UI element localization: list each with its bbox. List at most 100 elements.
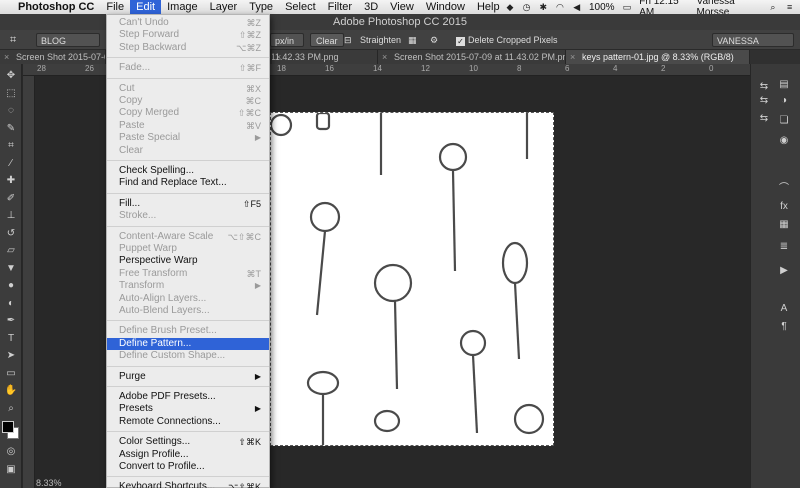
screen-mode-icon[interactable]: ▣ — [3, 462, 19, 478]
menu-item-convert-to-profile[interactable]: Convert to Profile... — [107, 461, 269, 473]
battery-percent[interactable]: 100% — [589, 2, 615, 13]
styles-panel-icon[interactable]: fx — [777, 200, 791, 214]
menu-item-check-spelling[interactable]: Check Spelling... — [107, 165, 269, 177]
blur-icon[interactable]: ● — [3, 278, 19, 294]
menu-help[interactable]: Help — [471, 0, 506, 14]
key-shaft — [315, 230, 327, 316]
pen-icon[interactable]: ✒ — [3, 313, 19, 329]
hand-icon[interactable]: ✋ — [3, 383, 19, 399]
menu-item-remote-connections[interactable]: Remote Connections... — [107, 416, 269, 428]
path-select-icon[interactable]: ➤ — [3, 348, 19, 364]
quick-mask-icon[interactable]: ◎ — [3, 444, 19, 460]
eyedropper-icon[interactable]: ∕ — [3, 156, 19, 172]
ruler-vertical[interactable] — [23, 76, 35, 488]
preset-select[interactable]: BLOG — [36, 33, 100, 47]
menu-select[interactable]: Select — [279, 0, 322, 14]
timemachine-icon[interactable]: ◷ — [522, 2, 531, 12]
clear-button[interactable]: Clear — [310, 33, 344, 47]
menu-layer[interactable]: Layer — [204, 0, 244, 14]
overlay-grid-icon[interactable]: ▦ — [408, 33, 417, 47]
menu-item-label: Copy Merged — [119, 107, 180, 119]
spotlight-icon[interactable]: ⌕ — [769, 2, 778, 12]
zoom-level[interactable]: 8.33% — [36, 478, 62, 488]
menu-separator — [107, 160, 269, 161]
straighten-icon[interactable]: ⊟ — [344, 33, 352, 47]
document-canvas[interactable] — [270, 112, 554, 446]
quick-select-icon[interactable]: ✎ — [3, 121, 19, 137]
menu-item-assign-profile[interactable]: Assign Profile... — [107, 449, 269, 461]
notifications-icon[interactable]: ≡ — [785, 2, 794, 12]
close-icon[interactable]: × — [570, 50, 575, 64]
character-panel-icon[interactable]: A — [777, 302, 791, 316]
paragraph-panel-icon[interactable]: ¶ — [777, 320, 791, 334]
menu-item-keyboard-shortcuts[interactable]: Keyboard Shortcuts... ⌥⇧⌘K — [107, 481, 269, 488]
menu-item-label: Free Transform — [119, 267, 188, 279]
delete-cropped-checkbox[interactable]: ✓ Delete Cropped Pixels — [456, 33, 558, 47]
move-icon[interactable]: ✥ — [3, 68, 19, 84]
menu-filter[interactable]: Filter — [322, 0, 358, 14]
rectangle-icon[interactable]: ▭ — [3, 366, 19, 382]
lasso-icon[interactable]: ◌ — [3, 103, 19, 119]
ruler-tick-label: 18 — [277, 64, 286, 73]
menu-3d[interactable]: 3D — [358, 0, 384, 14]
healing-icon[interactable]: ✚ — [3, 173, 19, 189]
panel-collapse-icon[interactable]: ⇆ — [757, 80, 771, 94]
volume-icon[interactable]: ◀ — [572, 2, 581, 12]
panel-collapse-icon[interactable]: ⇆ — [757, 94, 771, 108]
tab-screenshot-1[interactable]: × Screen Shot 2015-07-0 — [0, 50, 106, 64]
menu-item-adobe-pdf-presets[interactable]: Adobe PDF Presets... — [107, 391, 269, 403]
wifi-icon[interactable]: ◠ — [556, 2, 565, 12]
clone-stamp-icon[interactable]: ⊥ — [3, 208, 19, 224]
dropbox-icon[interactable]: ◆ — [506, 2, 515, 12]
menu-file[interactable]: File — [100, 0, 130, 14]
menu-view[interactable]: View — [384, 0, 420, 14]
menu-item-presets[interactable]: Presets ▶ — [107, 403, 269, 415]
adjust-panel-icon[interactable]: ◑ — [777, 94, 791, 108]
marquee-icon[interactable]: ⬚ — [3, 86, 19, 102]
menu-item-shortcut: ⌘Z — [246, 18, 262, 28]
close-icon[interactable]: × — [382, 50, 387, 64]
menu-item-fill[interactable]: Fill... ⇧F5 — [107, 198, 269, 210]
foreground-color-swatch[interactable] — [2, 421, 14, 433]
tab-keys-pattern[interactable]: × keys pattern-01.jpg @ 8.33% (RGB/8) — [566, 50, 750, 64]
menu-item-perspective-warp[interactable]: Perspective Warp — [107, 255, 269, 267]
channels-panel-icon[interactable]: ◉ — [777, 134, 791, 148]
actions-panel-icon[interactable]: ▶ — [777, 264, 791, 278]
gear-icon[interactable]: ⚙ — [430, 33, 438, 47]
swatches-panel-icon[interactable]: ▦ — [777, 218, 791, 232]
paths-panel-icon[interactable]: ⌒ — [777, 182, 791, 196]
properties-panel-icon[interactable]: ≣ — [777, 240, 791, 254]
menu-window[interactable]: Window — [420, 0, 471, 14]
eraser-icon[interactable]: ▱ — [3, 243, 19, 259]
dodge-icon[interactable]: ◐ — [3, 296, 19, 312]
brush-icon[interactable]: ✐ — [3, 191, 19, 207]
zoom-icon[interactable]: ⌕ — [3, 401, 19, 417]
menu-type[interactable]: Type — [243, 0, 279, 14]
close-icon[interactable]: × — [4, 50, 9, 64]
crop-tool-icon[interactable]: ⌗ — [10, 33, 16, 47]
menu-item-label: Define Brush Preset... — [119, 325, 217, 337]
type-icon[interactable]: T — [3, 331, 19, 347]
menu-separator — [107, 431, 269, 433]
paint-bucket-icon[interactable]: ▼ — [3, 261, 19, 277]
workspace-select[interactable]: VANESSA — [712, 33, 794, 47]
resolution-unit-select[interactable]: px/in — [270, 33, 304, 47]
layers-panel-icon[interactable]: ❏ — [777, 114, 791, 128]
apple-icon[interactable] — [0, 0, 12, 14]
key-bow — [501, 241, 529, 285]
crop-icon[interactable]: ⌗ — [3, 138, 19, 154]
history-panel-icon[interactable]: ▤ — [777, 78, 791, 92]
panel-collapse-icon[interactable]: ⇆ — [757, 112, 771, 126]
menu-item-purge[interactable]: Purge ▶ — [107, 371, 269, 383]
straighten-button[interactable]: Straighten — [360, 33, 401, 47]
menu-image[interactable]: Image — [161, 0, 204, 14]
tab-screenshot-3[interactable]: × Screen Shot 2015-07-09 at 11.43.02 PM.p… — [378, 50, 566, 64]
app-menu[interactable]: Photoshop CC — [12, 0, 100, 14]
bluetooth-icon[interactable]: ✱ — [539, 2, 548, 12]
menu-item-define-pattern[interactable]: Define Pattern... — [107, 337, 269, 350]
tab-screenshot-2[interactable]: ×Screen Shot 2015-07-09 at 11.42.33 PM.p… — [272, 50, 378, 64]
menu-item-color-settings[interactable]: Color Settings... ⇧⌘K — [107, 436, 269, 448]
history-brush-icon[interactable]: ↺ — [3, 226, 19, 242]
menu-edit[interactable]: Edit — [130, 0, 162, 14]
menu-item-find-and-replace-text[interactable]: Find and Replace Text... — [107, 177, 269, 189]
